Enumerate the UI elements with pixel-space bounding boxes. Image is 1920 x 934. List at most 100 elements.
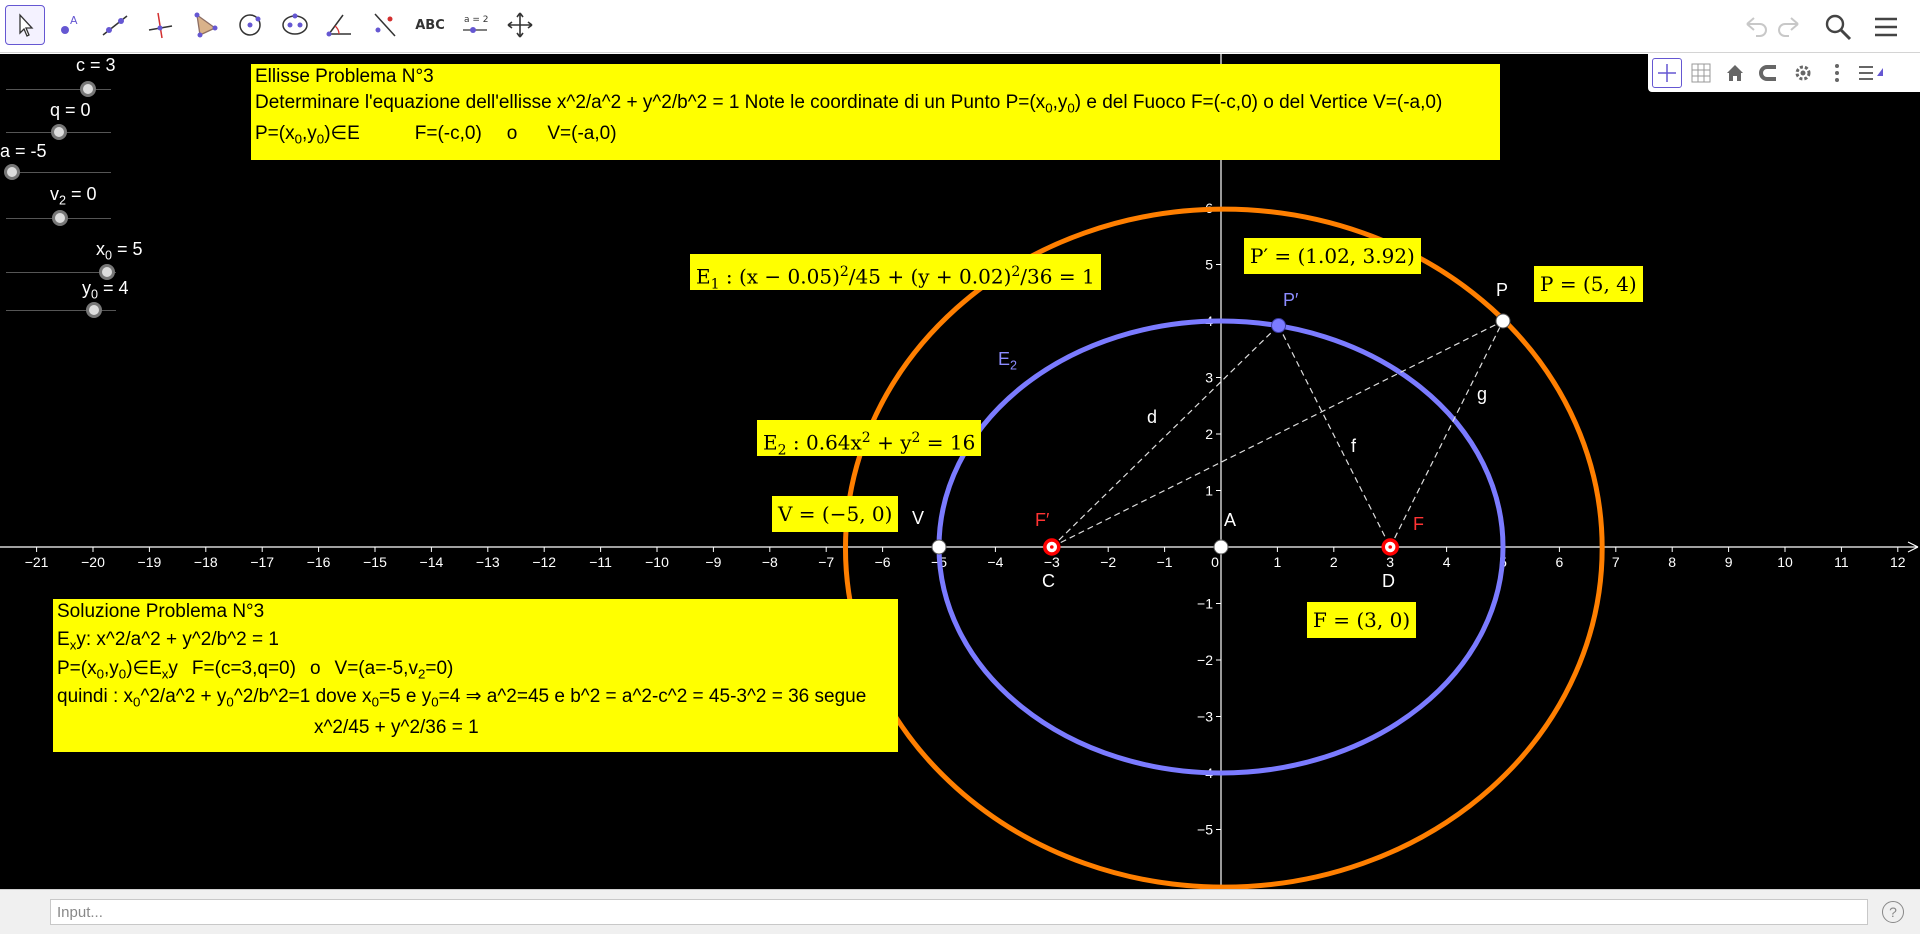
more-options-button[interactable] (1822, 58, 1852, 88)
point-f-label: F (1413, 514, 1424, 534)
conic-tool-button[interactable] (275, 5, 315, 45)
x-tick-label: 12 (1890, 554, 1906, 570)
axes-icon (1658, 64, 1676, 82)
point-v-label: V (912, 508, 925, 528)
standard-view-button[interactable] (1720, 58, 1750, 88)
slider-tool-label: a = 2 (464, 15, 489, 25)
move-tool-button[interactable] (5, 5, 45, 45)
x-tick-label: 3 (1386, 554, 1394, 570)
svg-text:A: A (70, 14, 78, 27)
redo-button[interactable] (1773, 10, 1807, 44)
undo-button[interactable] (1738, 10, 1772, 44)
polygon-icon (194, 12, 218, 38)
x-tick-label: 4 (1443, 554, 1451, 570)
algebra-input-field[interactable] (50, 899, 1868, 925)
x-tick-label: −15 (363, 554, 387, 570)
y-tick-label: −3 (1197, 709, 1213, 725)
point-capturing-button[interactable] (1754, 58, 1784, 88)
text-tool-button[interactable]: ABC (410, 5, 450, 45)
slider-c-knob[interactable] (80, 81, 96, 97)
line-tool-button[interactable] (95, 5, 135, 45)
segment-f-label: f (1351, 436, 1357, 456)
toggle-grid-button[interactable] (1686, 58, 1716, 88)
x-tick-label: 0 (1211, 554, 1219, 570)
x-tick-label: −21 (25, 554, 49, 570)
y-tick-label: 3 (1205, 370, 1213, 386)
search-button[interactable] (1821, 10, 1855, 44)
point-tool-button[interactable]: A (50, 5, 90, 45)
slider-q-label: q = 0 (50, 100, 91, 120)
solution-panel: Soluzione Problema N°3 Exy: x^2/a^2 + y^… (53, 599, 898, 752)
point-p (1495, 313, 1511, 329)
solution-computation-line: quindi : x0^2/a^2 + y0^2/b^2=1 dove x0=5… (57, 686, 867, 710)
point-pprime-value-label: P′ = (1.02, 3.92) (1244, 238, 1421, 274)
segment-g (1389, 320, 1504, 548)
slider-a-knob[interactable] (4, 164, 20, 180)
slider-y0-knob[interactable] (86, 302, 102, 318)
x-tick-label: −9 (705, 554, 721, 570)
y-tick-label: 2 (1205, 426, 1213, 442)
home-icon (1727, 65, 1743, 81)
shapes (843, 206, 1605, 889)
slider-a-label: a = -5 (0, 141, 47, 161)
solution-title: Soluzione Problema N°3 (57, 601, 265, 622)
y-tick-label: 1 (1205, 483, 1213, 499)
point-d-label: D (1382, 571, 1395, 591)
x-tick-label: −7 (818, 554, 834, 570)
x-tick-label: 10 (1777, 554, 1793, 570)
problem-statement-panel: Ellisse Problema N°3 Determinare l'equaz… (251, 64, 1500, 160)
gear-icon (1795, 65, 1811, 81)
toggle-style-bar-button[interactable] (1856, 58, 1886, 88)
angle-icon (326, 14, 351, 37)
magnet-icon (1759, 65, 1776, 81)
slider-a-track[interactable] (6, 172, 111, 173)
segment-g-label: g (1477, 384, 1488, 404)
settings-button[interactable] (1788, 58, 1818, 88)
x-tick-label: −20 (81, 554, 105, 570)
polygon-tool-button[interactable] (185, 5, 225, 45)
undo-icon (1746, 17, 1767, 37)
ellipse-e2-name-label: E2 (998, 349, 1018, 373)
toggle-axes-button[interactable] (1652, 58, 1682, 88)
point-pprime-label: P′ (1283, 290, 1299, 310)
problem-description: Determinare l'equazione dell'ellisse x^2… (255, 92, 1443, 116)
x-tick-label: −11 (589, 554, 612, 570)
style-bar (1648, 54, 1920, 92)
slider-v2-label: v2 = 0 (50, 184, 97, 208)
point-fprime-center (1050, 545, 1054, 549)
help-icon[interactable]: ? (1882, 901, 1904, 923)
slider-c-label: c = 3 (76, 55, 116, 75)
search-icon (1825, 14, 1852, 41)
line-icon (102, 15, 128, 36)
y-tick-label: −1 (1197, 596, 1213, 612)
angle-tool-button[interactable] (320, 5, 360, 45)
main-menu-button[interactable] (1869, 10, 1903, 44)
point-icon: A (61, 14, 78, 34)
input-bar: ? (0, 889, 1920, 934)
slider-tool-button[interactable]: a = 2 (455, 5, 495, 45)
x-tick-label: 8 (1668, 554, 1676, 570)
move-arrows-icon (507, 12, 533, 38)
problem-data-line: P=(x0,y0)∈E F=(-c,0) o V=(-a,0) (255, 123, 617, 147)
perpendicular-tool-button[interactable] (140, 5, 180, 45)
move-graphics-tool-button[interactable] (500, 5, 540, 45)
x-tick-label: 6 (1556, 554, 1564, 570)
solution-result-line: x^2/45 + y^2/36 = 1 (314, 717, 479, 738)
point-fprime-label: F′ (1035, 510, 1050, 530)
style-bar-toggle-icon (1859, 66, 1883, 80)
x-tick-label: −16 (307, 554, 331, 570)
redo-icon (1778, 17, 1799, 37)
axes: −21 −20 −19 −18 −17 −16 −15 −14 −13 −12 −11 −10 −9 −8… (0, 54, 1919, 889)
graphics-view[interactable]: −21 −20 −19 −18 −17 −16 −15 −14 −13 −12 −11 −10 −9 −8… (0, 54, 1920, 889)
solution-equation-line: Exy: x^2/a^2 + y^2/b^2 = 1 (57, 629, 279, 653)
segment-d (1051, 325, 1279, 548)
circle-icon (239, 14, 261, 36)
slider-q-knob[interactable] (51, 124, 67, 140)
graphics-canvas: −21 −20 −19 −18 −17 −16 −15 −14 −13 −12 −11 −10 −9 −8… (0, 54, 1919, 889)
reflect-tool-button[interactable] (365, 5, 405, 45)
x-tick-label: −8 (762, 554, 778, 570)
point-v-value-label: V = (−5, 0) (772, 496, 899, 532)
x-tick-label: −10 (645, 554, 669, 570)
slider-v2-knob[interactable] (52, 210, 68, 226)
circle-tool-button[interactable] (230, 5, 270, 45)
